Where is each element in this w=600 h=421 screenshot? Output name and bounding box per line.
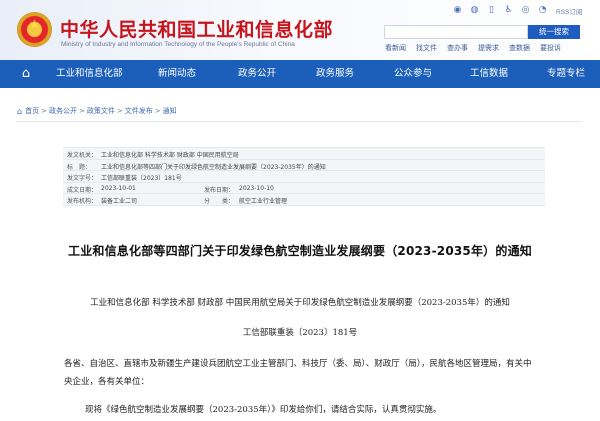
nav-item-topics[interactable]: 专题专栏 [547, 60, 585, 88]
info-value: 工业和信息化部等四部门关于印发绿色航空制造业发展纲要（2023-2035年）的通… [101, 163, 326, 171]
info-value: 航空工业行业管理 [239, 198, 288, 206]
top-icon-bar: ◉ ◍ ▯ ♿ ◎ ◔ RSS订阅 [452, 5, 583, 16]
site-title-english: Ministry of Industry and Information Tec… [61, 41, 295, 48]
breadcrumb-separator: > [116, 107, 123, 115]
body-paragraph-1: 现将《绿色航空制造业发展纲要（2023-2035年）》印发给你们，请结合实际，认… [85, 405, 442, 415]
quick-link-services[interactable]: 查办事 [447, 43, 468, 53]
document-subtitle: 工业和信息化部 科学技术部 财政部 中国民用航空局关于印发绿色航空制造业发展纲要… [90, 298, 510, 308]
recipients-line-2: 央企业，各有关单位： [64, 377, 150, 387]
info-value: 2023-10-01 [101, 184, 136, 192]
info-key: 标 题： [67, 163, 92, 171]
home-icon[interactable]: ⌂ [18, 66, 34, 82]
nav-item-public-participation[interactable]: 公众参与 [394, 60, 432, 88]
breadcrumb-separator: > [78, 107, 85, 115]
english-icon[interactable]: ◎ [520, 5, 531, 16]
info-value: 装备工业二司 [101, 198, 138, 206]
nav-item-ministry[interactable]: 工业和信息化部 [56, 60, 123, 88]
quick-link-complaints[interactable]: 要投诉 [540, 43, 561, 53]
rss-icon[interactable]: ◔ [537, 5, 548, 16]
breadcrumb: ⌂ 首页 > 政务公开 > 政策文件 > 文件发布 > 通知 [17, 106, 177, 116]
breadcrumb-item-home[interactable]: 首页 [25, 106, 39, 116]
quick-link-requests[interactable]: 提需求 [478, 43, 499, 53]
info-key: 分 类： [204, 198, 235, 206]
info-row-title: 标 题： 工业和信息化部等四部门关于印发绿色航空制造业发展纲要（2023-203… [63, 160, 545, 172]
document-number: 工信部联重装〔2023〕181号 [242, 328, 358, 338]
breadcrumb-home-icon: ⌂ [17, 106, 23, 116]
accessibility-icon[interactable]: ♿ [503, 5, 514, 16]
document-title: 工业和信息化部等四部门关于印发绿色航空制造业发展纲要（2023-2035年）的通… [68, 244, 532, 258]
info-key: 发布机构： [67, 198, 98, 206]
main-nav: ⌂ 工业和信息化部 新闻动态 政务公开 政务服务 公众参与 工信数据 专题专栏 [0, 60, 600, 88]
info-key: 发布日期： [204, 186, 235, 194]
info-key: 发文字号： [67, 175, 98, 183]
quick-link-files[interactable]: 找文件 [416, 43, 437, 53]
info-value: 工业和信息化部 科学技术部 财政部 中国民用航空局 [101, 152, 239, 159]
site-title[interactable]: 中华人民共和国工业和信息化部 [60, 15, 333, 42]
nav-item-services[interactable]: 政务服务 [316, 60, 354, 88]
info-row-issuer: 发文机关： 工业和信息化部 科学技术部 财政部 中国民用航空局 [63, 148, 545, 160]
national-emblem-icon [17, 12, 52, 47]
info-row-doc-number: 发文字号： 工信部联重装〔2023〕181号 [63, 171, 545, 183]
weibo-icon[interactable]: ◉ [452, 5, 463, 16]
quick-link-news[interactable]: 看新闻 [385, 43, 406, 53]
info-key: 发文机关： [67, 152, 98, 159]
document-info-table: 发文机关： 工业和信息化部 科学技术部 财政部 中国民用航空局 标 题： 工业和… [63, 147, 545, 206]
nav-item-data[interactable]: 工信数据 [470, 60, 508, 88]
info-value: 2023-10-10 [239, 184, 274, 192]
quick-links: 看新闻 找文件 查办事 提需求 查数据 要投诉 [385, 43, 561, 53]
rss-label[interactable]: RSS订阅 [556, 6, 582, 16]
info-key: 成文日期： [67, 186, 98, 194]
info-value: 工信部联重装〔2023〕181号 [101, 175, 182, 183]
nav-item-news[interactable]: 新闻动态 [158, 60, 196, 88]
breadcrumb-separator: > [41, 107, 47, 115]
info-row-dates: 成文日期： 2023-10-01 发布日期： 2023-10-10 [63, 183, 545, 195]
breadcrumb-item-release[interactable]: 文件发布 [125, 106, 153, 116]
search-button[interactable]: 统一搜索 [528, 25, 580, 39]
breadcrumb-item-gov[interactable]: 政务公开 [49, 106, 77, 116]
info-row-agency: 发布机构： 装备工业二司 分 类： 航空工业行业管理 [63, 194, 545, 206]
breadcrumb-item-notice[interactable]: 通知 [163, 106, 177, 116]
site-header: 中华人民共和国工业和信息化部 Ministry of Industry and … [0, 0, 600, 60]
mobile-icon[interactable]: ▯ [486, 5, 497, 16]
breadcrumb-item-policy[interactable]: 政策文件 [87, 106, 115, 116]
wechat-icon[interactable]: ◍ [469, 5, 480, 16]
recipients-line-1: 各省、自治区、直辖市及新疆生产建设兵团航空工业主管部门、科技厅（委、局）、财政厅… [64, 359, 532, 369]
breadcrumb-separator: > [154, 107, 161, 115]
nav-item-government-affairs[interactable]: 政务公开 [238, 60, 276, 88]
search-input[interactable] [384, 25, 528, 39]
quick-link-data[interactable]: 查数据 [509, 43, 530, 53]
breadcrumb-divider [17, 121, 582, 122]
